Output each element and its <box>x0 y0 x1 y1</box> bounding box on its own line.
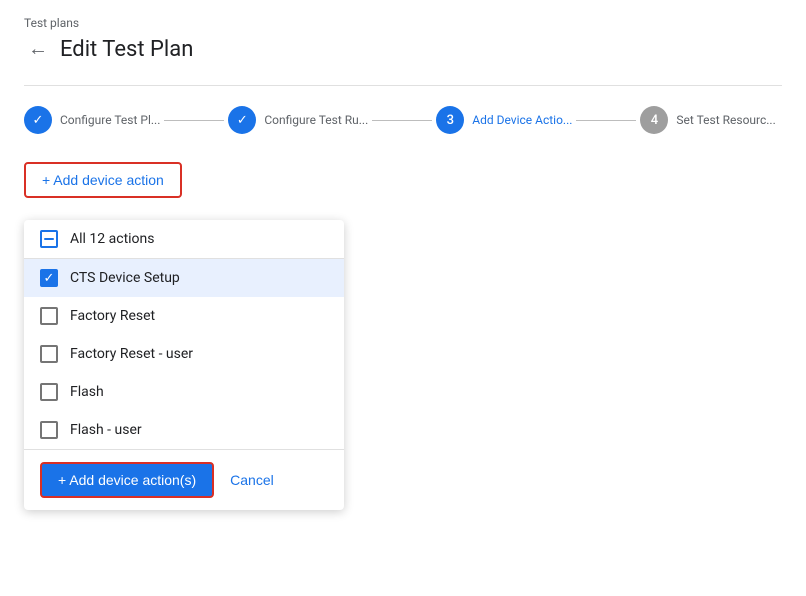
factory-reset-checkbox[interactable] <box>40 307 58 325</box>
cts-checkbox[interactable]: ✓ <box>40 269 58 287</box>
dropdown-list: All 12 actions ✓ CTS Device Setup Factor… <box>24 220 344 449</box>
dropdown-footer: + Add device action(s) Cancel <box>24 449 344 510</box>
step-2: ✓ Configure Test Ru... <box>228 106 368 134</box>
step-1-circle: ✓ <box>24 106 52 134</box>
step-2-circle: ✓ <box>228 106 256 134</box>
dropdown-container: All 12 actions ✓ CTS Device Setup Factor… <box>24 220 344 510</box>
step-3-number: 3 <box>447 113 454 128</box>
dropdown-all-item[interactable]: All 12 actions <box>24 220 344 258</box>
step-1: ✓ Configure Test Pl... <box>24 106 160 134</box>
step-connector-2 <box>372 120 432 121</box>
step-3-circle: 3 <box>436 106 464 134</box>
step-connector-1 <box>164 120 224 121</box>
add-device-action-button[interactable]: + Add device action <box>24 162 182 198</box>
step-4-label: Set Test Resourc... <box>676 113 775 127</box>
submit-btn-label: + Add device action(s) <box>58 472 196 488</box>
stepper: ✓ Configure Test Pl... ✓ Configure Test … <box>24 106 782 134</box>
factory-reset-label: Factory Reset <box>70 308 155 324</box>
header-divider <box>24 85 782 86</box>
flash-user-label: Flash - user <box>70 422 142 438</box>
step-3: 3 Add Device Actio... <box>436 106 572 134</box>
step-2-check-icon: ✓ <box>237 113 248 128</box>
step-4-number: 4 <box>651 113 658 128</box>
step-4-circle: 4 <box>640 106 668 134</box>
dropdown-item-factory-reset-user[interactable]: Factory Reset - user <box>24 335 344 373</box>
all-checkbox[interactable] <box>40 230 58 248</box>
back-button[interactable]: ← <box>24 34 52 65</box>
step-1-label: Configure Test Pl... <box>60 113 160 127</box>
cts-check-icon: ✓ <box>44 272 55 285</box>
factory-reset-user-label: Factory Reset - user <box>70 346 193 362</box>
dropdown-item-factory-reset[interactable]: Factory Reset <box>24 297 344 335</box>
submit-actions-button[interactable]: + Add device action(s) <box>40 462 214 498</box>
dropdown-item-flash-user[interactable]: Flash - user <box>24 411 344 449</box>
dropdown-item-cts[interactable]: ✓ CTS Device Setup <box>24 259 344 297</box>
dropdown-item-flash[interactable]: Flash <box>24 373 344 411</box>
cts-item-label: CTS Device Setup <box>70 270 180 286</box>
breadcrumb: Test plans <box>24 16 782 30</box>
page-wrapper: Test plans ← Edit Test Plan ✓ Configure … <box>0 0 806 596</box>
step-connector-3 <box>576 120 636 121</box>
step-1-check-icon: ✓ <box>33 113 44 128</box>
header-row: ← Edit Test Plan <box>24 34 782 65</box>
step-4: 4 Set Test Resourc... <box>640 106 775 134</box>
indeterminate-mark <box>44 238 54 240</box>
factory-reset-user-checkbox[interactable] <box>40 345 58 363</box>
add-action-btn-label: + Add device action <box>42 172 164 188</box>
cancel-button[interactable]: Cancel <box>230 472 274 488</box>
page-title: Edit Test Plan <box>60 37 193 62</box>
all-item-label: All 12 actions <box>70 231 155 247</box>
flash-label: Flash <box>70 384 104 400</box>
flash-user-checkbox[interactable] <box>40 421 58 439</box>
flash-checkbox[interactable] <box>40 383 58 401</box>
cancel-btn-label: Cancel <box>230 472 274 488</box>
step-2-label: Configure Test Ru... <box>264 113 368 127</box>
step-3-label: Add Device Actio... <box>472 113 572 127</box>
